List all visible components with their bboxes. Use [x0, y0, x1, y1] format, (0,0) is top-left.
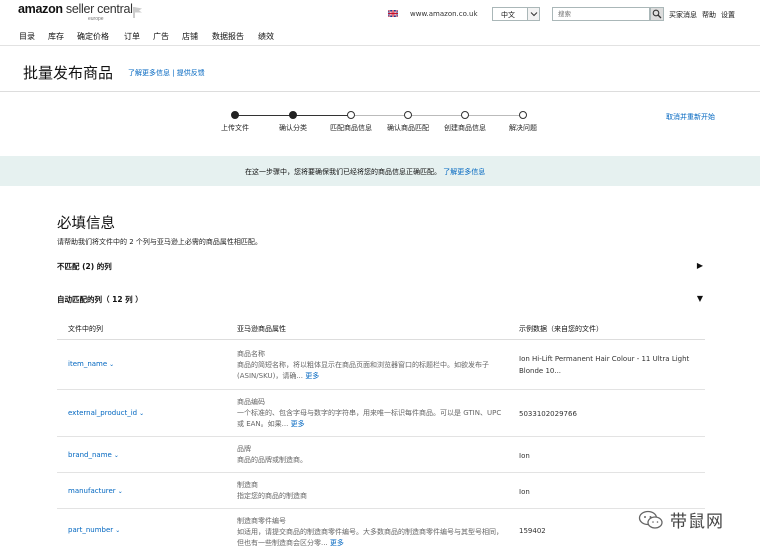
attr-desc: 如适用，请提交商品的制造商零件编号。大多数商品的制造商零件编号与其型号相同，但也… — [237, 528, 503, 547]
progress-stepper: 上传文件 确认分类 匹配商品信息 确认商品匹配 创建商品信息 解决问题 取消并重… — [0, 92, 760, 156]
nav-item-stores[interactable]: 店铺 — [182, 31, 198, 42]
search-input[interactable] — [553, 8, 649, 20]
top-links: 买家消息 帮助 设置 — [669, 10, 740, 20]
attr-title: 制造商 — [237, 481, 258, 489]
flag-icon[interactable] — [132, 6, 144, 18]
help-link[interactable]: 帮助 — [702, 11, 716, 19]
amazon-seller-central-logo[interactable]: amazon seller central europe — [18, 3, 133, 22]
more-link[interactable]: 更多 — [305, 372, 319, 380]
step-connector-pending — [351, 115, 523, 116]
nav-item-pricing[interactable]: 确定价格 — [77, 31, 109, 42]
top-bar: amazon seller central europe www.amazon.… — [0, 0, 760, 28]
required-info-heading: 必填信息 — [57, 216, 115, 232]
nav-item-catalog[interactable]: 目录 — [19, 31, 35, 42]
nav-item-inventory[interactable]: 库存 — [48, 31, 64, 42]
marketplace-domain[interactable]: www.amazon.co.uk — [410, 10, 478, 18]
sample-value: Ion — [519, 452, 530, 460]
table-row: brand_name ⌄ 品牌 商品的品牌或制造商。 Ion — [57, 437, 705, 473]
column-select-brand-name[interactable]: brand_name ⌄ — [68, 451, 119, 459]
column-select-external-product-id[interactable]: external_product_id ⌄ — [68, 409, 144, 417]
table-row: part_number ⌄ 制造商零件编号 如适用，请提交商品的制造商零件编号。大… — [57, 509, 705, 549]
watermark: 带鼠网 — [638, 502, 756, 536]
chevron-down-icon — [527, 8, 539, 20]
column-select-manufacturer[interactable]: manufacturer ⌄ — [68, 487, 123, 495]
info-banner: 在这一步骤中，您将要确保我们已经将您的商品信息正确匹配。 了解更多信息 — [0, 156, 760, 186]
sample-value: 5033102029766 — [519, 410, 577, 418]
table-header: 文件中的列 亚马逊商品属性 示例数据（来自您的文件） — [57, 316, 705, 340]
banner-text: 在这一步骤中，您将要确保我们已经将您的商品信息正确匹配。 — [245, 168, 441, 176]
attr-title: 商品编码 — [237, 398, 265, 406]
chevron-down-icon: ⌄ — [115, 527, 121, 534]
table-row: external_product_id ⌄ 商品编码 一个标准的、包含字母与数字的… — [57, 390, 705, 437]
unmatched-columns-toggle[interactable]: 不匹配 (2) 的列 ▶ — [57, 259, 707, 273]
banner-learn-more-link[interactable]: 了解更多信息 — [443, 168, 485, 176]
more-link[interactable]: 更多 — [330, 539, 344, 547]
step-2-dot — [289, 111, 297, 119]
language-select[interactable]: 中文 — [492, 7, 540, 21]
auto-matched-columns-toggle[interactable]: 自动匹配的列（ 12 列 ） ▼ — [57, 292, 707, 306]
header-amazon-attribute: 亚马逊商品属性 — [237, 325, 286, 333]
chevron-down-icon: ⌄ — [113, 452, 119, 459]
header-sample-data: 示例数据（来自您的文件） — [519, 325, 603, 333]
sample-value: Ion — [519, 488, 530, 496]
required-info-description: 请帮助我们将文件中的 2 个列与亚马逊上必需的商品属性相匹配。 — [57, 238, 262, 246]
attr-desc: 一个标准的、包含字母与数字的字符串，用来唯一标识每件商品。可以是 GTIN、UP… — [237, 409, 502, 428]
nav-item-advertising[interactable]: 广告 — [153, 31, 169, 42]
step-5-dot — [461, 111, 469, 119]
buyer-messages-link[interactable]: 买家消息 — [669, 11, 697, 19]
learn-more-feedback-links[interactable]: 了解更多信息 | 提供反馈 — [128, 68, 205, 78]
table-row: manufacturer ⌄ 制造商 指定您的商品的制造商 Ion — [57, 473, 705, 509]
column-select-part-number[interactable]: part_number ⌄ — [68, 526, 120, 534]
step-6-dot — [519, 111, 527, 119]
chevron-down-icon: ⌄ — [109, 361, 115, 368]
unmatched-columns-label: 不匹配 (2) 的列 — [57, 262, 112, 271]
chevron-down-icon: ⌄ — [139, 410, 145, 417]
cancel-restart-link[interactable]: 取消并重新开始 — [666, 112, 715, 122]
search-icon — [652, 9, 662, 19]
attr-desc: 指定您的商品的制造商 — [237, 492, 307, 500]
nav-item-performance[interactable]: 绩效 — [258, 31, 274, 42]
attr-title: 制造商零件编号 — [237, 517, 286, 525]
step-6-label: 解决问题 — [509, 124, 537, 132]
attr-title: 商品名称 — [237, 350, 265, 358]
step-4-dot — [404, 111, 412, 119]
watermark-text: 带鼠网 — [670, 512, 724, 532]
column-select-item-name[interactable]: item_name ⌄ — [68, 360, 114, 368]
sample-value: Ion Hi-Lift Permanent Hair Colour - 11 U… — [519, 355, 690, 375]
search-button[interactable] — [650, 7, 664, 21]
search-input-wrapper — [552, 7, 650, 21]
auto-matched-columns-label: 自动匹配的列（ 12 列 ） — [57, 295, 143, 304]
attr-desc: 商品的简短名称，将以粗体显示在商品页面和浏览器窗口的标题栏中。如欲发布子 (AS… — [237, 361, 489, 380]
step-3-dot — [347, 111, 355, 119]
caret-down-icon: ▼ — [696, 294, 703, 303]
chevron-down-icon: ⌄ — [117, 488, 123, 495]
settings-link[interactable]: 设置 — [721, 11, 735, 19]
step-1-dot — [231, 111, 239, 119]
header-file-column: 文件中的列 — [68, 325, 103, 333]
table-row: item_name ⌄ 商品名称 商品的简短名称，将以粗体显示在商品页面和浏览器窗… — [57, 340, 705, 390]
more-link[interactable]: 更多 — [291, 420, 305, 428]
attr-desc: 商品的品牌或制造商。 — [237, 456, 307, 464]
nav-item-orders[interactable]: 订单 — [124, 31, 140, 42]
main-nav: 目录 库存 确定价格 订单 广告 店铺 数据报告 绩效 — [0, 28, 760, 46]
attr-title: 品牌 — [237, 445, 251, 453]
uk-flag-icon — [388, 10, 398, 17]
wechat-icon — [638, 510, 663, 529]
page-title: 批量发布商品 — [23, 64, 114, 82]
caret-right-icon: ▶ — [696, 261, 703, 270]
nav-item-reports[interactable]: 数据报告 — [212, 31, 244, 42]
page-header: 批量发布商品 了解更多信息 | 提供反馈 — [0, 46, 760, 92]
